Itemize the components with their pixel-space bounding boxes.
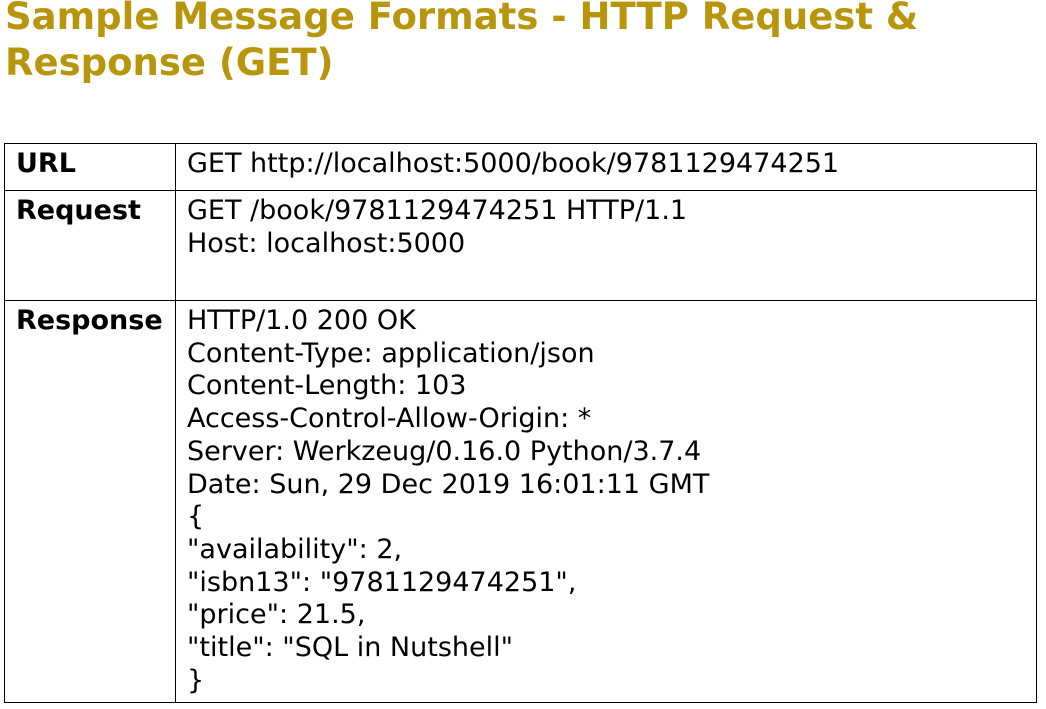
response-header-content-length: Content-Length: 103 [187,370,467,402]
url-content: GET http://localhost:5000/book/978112947… [175,143,1037,191]
table-row-request: Request GET /book/9781129474251 HTTP/1.1… [4,190,1037,301]
row-label-request: Request [4,190,176,301]
message-format-table: URL GET http://localhost:5000/book/97811… [4,143,1037,704]
response-status-line: HTTP/1.0 200 OK [187,305,416,336]
json-close-brace: } [187,664,205,696]
json-field-availability: "availability": 2, [187,533,403,565]
response-content: HTTP/1.0 200 OK Content-Type: applicatio… [175,299,1037,704]
response-header-server: Server: Werkzeug/0.16.0 Python/3.7.4 [187,435,702,467]
row-label-response: Response [4,299,176,704]
row-label-url: URL [4,143,176,191]
request-header-host: Host: localhost:5000 [187,227,466,259]
json-field-isbn13: "isbn13": "9781129474251", [187,566,577,598]
table-row-response: Response HTTP/1.0 200 OK Content-Type: a… [4,299,1037,704]
json-field-title: "title": "SQL in Nutshell" [187,632,514,664]
response-header-content-type: Content-Type: application/json [187,337,595,369]
page-title: Sample Message Formats - HTTP Request & … [5,0,919,84]
request-line: GET /book/9781129474251 HTTP/1.1 [187,195,688,226]
json-open-brace: { [187,501,205,533]
request-content: GET /book/9781129474251 HTTP/1.1 Host: l… [175,190,1037,301]
table-row-url: URL GET http://localhost:5000/book/97811… [4,143,1037,191]
json-field-price: "price": 21.5, [187,599,366,631]
response-header-date: Date: Sun, 29 Dec 2019 16:01:11 GMT [187,468,710,500]
url-line: GET http://localhost:5000/book/978112947… [187,148,840,179]
response-header-cors: Access-Control-Allow-Origin: * [187,403,592,435]
